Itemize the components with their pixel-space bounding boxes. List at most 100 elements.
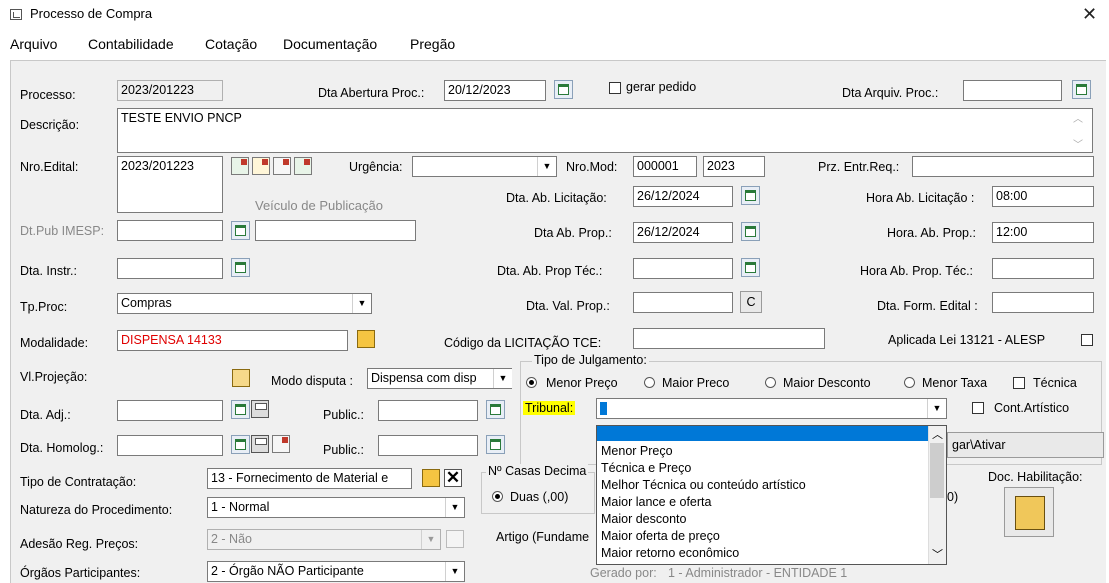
dta-adj-field[interactable] xyxy=(117,400,223,421)
chevron-down-icon[interactable]: ▼ xyxy=(493,369,512,388)
menor-preco-radio[interactable] xyxy=(526,377,537,388)
selected-option-blank[interactable] xyxy=(597,426,929,441)
chevron-down-icon[interactable]: ▼ xyxy=(445,562,464,581)
descricao-field[interactable]: TESTE ENVIO PNCP xyxy=(117,108,1093,153)
modo-disputa-select[interactable]: Dispensa com disp xyxy=(367,368,512,389)
menu-documentacao[interactable]: Documentação xyxy=(283,36,377,52)
menu-arquivo[interactable]: Arquivo xyxy=(10,36,57,52)
option-menor-preco[interactable]: Menor Preço xyxy=(601,444,673,458)
delete-doc-icon[interactable] xyxy=(273,157,291,175)
copy-icon[interactable] xyxy=(272,435,290,453)
hora-ab-prop-tec-field[interactable] xyxy=(992,258,1094,279)
menor-taxa-radio[interactable] xyxy=(904,377,915,388)
calendar-icon[interactable] xyxy=(741,186,760,205)
open-folder-icon[interactable] xyxy=(357,330,375,348)
tp-proc-select[interactable]: Compras xyxy=(117,293,372,314)
add-doc-icon[interactable] xyxy=(231,157,249,175)
codigo-licitacao-field[interactable] xyxy=(633,328,825,349)
calendar-icon[interactable] xyxy=(231,435,250,454)
dta-ab-licitacao-field[interactable]: 26/12/2024 xyxy=(633,186,733,207)
search-icon[interactable] xyxy=(232,369,250,387)
hora-ab-licitacao-field[interactable]: 08:00 xyxy=(992,186,1094,207)
dta-form-edital-field[interactable] xyxy=(992,292,1094,313)
cont-artistico-checkbox[interactable] xyxy=(972,402,984,414)
dta-ab-prop-tec-field[interactable] xyxy=(633,258,733,279)
tecnica-checkbox[interactable] xyxy=(1013,377,1025,389)
tipo-contratacao-field[interactable]: 13 - Fornecimento de Material e xyxy=(207,468,412,489)
adesao-select[interactable]: 2 - Não xyxy=(207,529,441,550)
edit-icon[interactable] xyxy=(446,530,464,548)
close-icon[interactable]: ✕ xyxy=(1082,4,1097,25)
scroll-down-icon[interactable]: ﹀ xyxy=(932,546,943,562)
open-folder-icon[interactable] xyxy=(422,469,440,487)
option-tecnica-preco[interactable]: Técnica e Preço xyxy=(601,461,691,475)
chevron-down-icon[interactable]: ▼ xyxy=(537,157,556,176)
chevron-down-icon[interactable]: ▼ xyxy=(352,294,371,313)
nro-edital-field[interactable]: 2023/201223 xyxy=(117,156,223,213)
dta-arquiv-field[interactable] xyxy=(963,80,1062,101)
calendar-icon[interactable] xyxy=(231,258,250,277)
dt-pub-imesp-field[interactable] xyxy=(117,220,223,241)
menor-taxa-label: Menor Taxa xyxy=(922,376,988,390)
aplicada-lei-checkbox[interactable] xyxy=(1081,334,1093,346)
calendar-icon[interactable] xyxy=(554,80,573,99)
dropdown-scrollbar[interactable]: ︿ ﹀ xyxy=(928,426,946,564)
dta-ab-prop-field[interactable]: 26/12/2024 xyxy=(633,222,733,243)
calendar-icon[interactable] xyxy=(486,400,505,419)
attach-doc-icon[interactable] xyxy=(294,157,312,175)
calendar-icon[interactable] xyxy=(1072,80,1091,99)
public1-field[interactable] xyxy=(378,400,478,421)
duas-radio[interactable] xyxy=(492,491,503,502)
chevron-down-icon[interactable]: ▼ xyxy=(421,530,440,549)
clear-icon[interactable]: ✕ xyxy=(444,469,462,487)
calendar-icon[interactable] xyxy=(231,221,250,240)
ligar-ativar-button[interactable]: gar\Ativar xyxy=(947,432,1104,458)
gerar-pedido-checkbox[interactable] xyxy=(609,82,621,94)
option-maior-lance[interactable]: Maior lance e oferta xyxy=(601,495,711,509)
prz-entr-field[interactable] xyxy=(912,156,1094,177)
maior-desconto-radio[interactable] xyxy=(765,377,776,388)
menu-pregao[interactable]: Pregão xyxy=(410,36,455,52)
orgaos-select[interactable]: 2 - Órgão NÃO Participante xyxy=(207,561,465,582)
menu-cotacao[interactable]: Cotação xyxy=(205,36,257,52)
dta-instr-field[interactable] xyxy=(117,258,223,279)
duas-label: Duas (,00) xyxy=(510,490,569,504)
option-maior-desconto[interactable]: Maior desconto xyxy=(601,512,686,526)
edit-doc-icon[interactable] xyxy=(252,157,270,175)
option-maior-oferta[interactable]: Maior oferta de preço xyxy=(601,529,720,543)
partial-value: 0) xyxy=(947,490,959,504)
dta-homolog-field[interactable] xyxy=(117,435,223,456)
chevron-down-icon[interactable]: ▼ xyxy=(927,399,946,418)
scroll-up-icon[interactable]: ︿ xyxy=(932,426,943,442)
print-icon[interactable] xyxy=(251,400,269,418)
tribunal-select[interactable] xyxy=(596,398,947,419)
clear-date-button[interactable]: C xyxy=(740,291,762,313)
processo-field[interactable]: 2023/201223 xyxy=(117,80,223,101)
scroll-down-icon[interactable]: ﹀ xyxy=(1073,136,1083,151)
scroll-up-icon[interactable]: ︿ xyxy=(1073,110,1083,125)
calendar-icon[interactable] xyxy=(741,222,760,241)
chevron-down-icon[interactable]: ▼ xyxy=(445,498,464,517)
dta-val-prop-field[interactable] xyxy=(633,292,733,313)
dta-form-edital-label: Dta. Form. Edital : xyxy=(877,299,978,313)
option-maior-retorno[interactable]: Maior retorno econômico xyxy=(601,546,739,560)
modalidade-field[interactable]: DISPENSA 14133 xyxy=(117,330,348,351)
dta-abertura-field[interactable]: 20/12/2023 xyxy=(444,80,546,101)
hora-ab-prop-field[interactable]: 12:00 xyxy=(992,222,1094,243)
natureza-select[interactable]: 1 - Normal xyxy=(207,497,465,518)
nro-mod-field[interactable]: 000001 xyxy=(633,156,697,177)
menu-contabilidade[interactable]: Contabilidade xyxy=(88,36,174,52)
calendar-icon[interactable] xyxy=(231,400,250,419)
calendar-icon[interactable] xyxy=(741,258,760,277)
artigo-label: Artigo (Fundame xyxy=(496,530,590,544)
veiculo-publicacao-field[interactable] xyxy=(255,220,416,241)
option-melhor-tecnica[interactable]: Melhor Técnica ou conteúdo artístico xyxy=(601,478,806,492)
scrollbar-thumb[interactable] xyxy=(930,443,944,498)
maior-preco-radio[interactable] xyxy=(644,377,655,388)
doc-habilitacao-button[interactable] xyxy=(1004,487,1054,537)
public2-field[interactable] xyxy=(378,435,478,456)
nro-mod-year-field[interactable]: 2023 xyxy=(703,156,765,177)
calendar-icon[interactable] xyxy=(486,435,505,454)
print-icon[interactable] xyxy=(251,435,269,453)
urgencia-select[interactable] xyxy=(412,156,557,177)
